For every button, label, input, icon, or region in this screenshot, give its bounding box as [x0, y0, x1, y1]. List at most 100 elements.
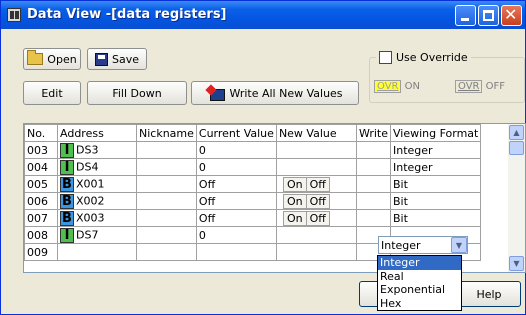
row-number: 006 — [24, 192, 58, 210]
nickname-cell[interactable] — [136, 192, 197, 210]
viewing-format-cell[interactable]: Bit — [389, 175, 482, 193]
col-header-new-value[interactable]: New Value — [275, 124, 357, 142]
nickname-cell[interactable] — [136, 209, 197, 227]
row-number: 008 — [24, 226, 58, 244]
fill-down-button[interactable]: Fill Down — [87, 81, 187, 105]
new-value-cell[interactable] — [275, 141, 357, 159]
table-row[interactable]: 005 B X001 Off On Off Bit — [24, 175, 482, 193]
write-cell[interactable] — [355, 192, 391, 210]
address-cell[interactable]: I DS7 — [57, 226, 137, 244]
floppy-disk-icon — [94, 52, 108, 66]
new-value-cell[interactable] — [275, 226, 357, 244]
maximize-button[interactable] — [478, 5, 499, 26]
viewing-format-cell[interactable]: Bit — [389, 192, 482, 210]
table-row[interactable]: 006 B X002 Off On Off Bit — [24, 192, 482, 210]
col-header-address[interactable]: Address — [57, 124, 137, 142]
viewing-format-cell[interactable]: Integer — [389, 158, 482, 176]
nickname-cell[interactable] — [136, 226, 197, 244]
new-value-cell[interactable]: On Off — [275, 209, 357, 227]
current-value-cell: Off — [195, 209, 277, 227]
save-button[interactable]: Save — [87, 48, 147, 70]
ovr-on-button[interactable]: OVR ON — [374, 80, 420, 93]
row-number: 004 — [24, 158, 58, 176]
off-button[interactable]: Off — [306, 176, 330, 192]
override-checkbox-box[interactable] — [379, 51, 392, 64]
viewing-format-combobox[interactable]: Integer ▼ — [378, 236, 468, 254]
nickname-cell[interactable] — [136, 158, 197, 176]
format-option-real[interactable]: Real — [378, 270, 461, 284]
edit-button[interactable]: Edit — [23, 81, 81, 105]
bit-type-icon: B — [60, 210, 74, 226]
new-value-cell[interactable] — [275, 243, 357, 261]
row-number: 003 — [24, 141, 58, 159]
address-text: DS3 — [76, 143, 99, 156]
chevron-down-icon[interactable]: ▼ — [451, 237, 467, 253]
address-cell[interactable]: B X003 — [57, 209, 137, 227]
ovr-on-label: ON — [404, 81, 421, 92]
format-option-integer[interactable]: Integer — [378, 256, 461, 270]
viewing-format-cell[interactable]: Bit — [389, 209, 482, 227]
use-override-checkbox[interactable]: Use Override — [376, 51, 471, 64]
address-cell[interactable]: B X001 — [57, 175, 137, 193]
vertical-scrollbar[interactable]: ▲ ▼ — [508, 124, 525, 272]
address-cell[interactable]: I DS4 — [57, 158, 137, 176]
open-label: Open — [47, 52, 77, 66]
scrollbar-thumb[interactable] — [509, 141, 524, 155]
write-cell[interactable] — [355, 209, 391, 227]
col-header-viewing-format[interactable]: Viewing Format — [389, 124, 482, 142]
off-button[interactable]: Off — [306, 210, 330, 226]
scroll-down-icon[interactable]: ▼ — [509, 256, 524, 271]
new-value-cell[interactable]: On Off — [275, 192, 357, 210]
col-header-nickname[interactable]: Nickname — [136, 124, 197, 142]
address-cell[interactable]: I DS3 — [57, 141, 137, 159]
ovr-off-button[interactable]: OVR OFF — [455, 80, 505, 93]
title-bar[interactable]: Data View -[data registers] ✕ — [1, 1, 525, 29]
integer-type-icon: I — [60, 159, 74, 175]
close-button[interactable]: ✕ — [501, 5, 522, 26]
write-cell[interactable] — [355, 141, 391, 159]
current-value-cell — [195, 243, 277, 261]
table-row[interactable]: 003 I DS3 0 Integer — [24, 141, 482, 159]
format-option-exponential[interactable]: Exponential — [378, 283, 461, 297]
use-override-label: Use Override — [396, 51, 468, 64]
on-button[interactable]: On — [282, 176, 307, 192]
bit-type-icon: B — [60, 176, 74, 192]
override-group: Use Override OVR ON OVR OFF — [369, 51, 525, 103]
on-button[interactable]: On — [282, 193, 307, 209]
bit-type-icon: B — [60, 193, 74, 209]
nickname-cell[interactable] — [136, 141, 197, 159]
on-button[interactable]: On — [282, 210, 307, 226]
col-header-write[interactable]: Write — [355, 124, 391, 142]
col-header-current-value[interactable]: Current Value — [195, 124, 277, 142]
nickname-cell[interactable] — [136, 175, 197, 193]
row-number: 009 — [24, 243, 58, 261]
write-cell[interactable] — [355, 158, 391, 176]
integer-type-icon: I — [60, 142, 74, 158]
scroll-up-icon[interactable]: ▲ — [509, 125, 524, 140]
help-button[interactable]: Help — [457, 281, 521, 307]
address-text: DS7 — [76, 228, 99, 241]
row-number: 007 — [24, 209, 58, 227]
current-value-cell: 0 — [195, 158, 277, 176]
new-value-cell[interactable]: On Off — [275, 175, 357, 193]
minimize-button[interactable] — [455, 5, 476, 26]
write-cell[interactable] — [355, 175, 391, 193]
format-option-hex[interactable]: Hex — [378, 297, 461, 311]
table-row[interactable]: 004 I DS4 0 Integer — [24, 158, 482, 176]
col-header-no[interactable]: No. — [24, 124, 58, 142]
address-cell[interactable]: B X002 — [57, 192, 137, 210]
viewing-format-dropdown-list[interactable]: Integer Real Exponential Hex — [377, 255, 462, 311]
write-all-new-values-button[interactable]: Write All New Values — [191, 81, 359, 105]
address-cell[interactable] — [57, 243, 137, 261]
new-value-cell[interactable] — [275, 158, 357, 176]
table-row[interactable]: 007 B X003 Off On Off Bit — [24, 209, 482, 227]
address-text: DS4 — [76, 160, 99, 173]
help-label: Help — [476, 287, 502, 301]
viewing-format-cell[interactable]: Integer — [389, 141, 482, 159]
viewing-format-selected: Integer — [381, 239, 421, 252]
window-title: Data View -[data registers] — [27, 7, 227, 22]
open-button[interactable]: Open — [23, 48, 81, 70]
nickname-cell[interactable] — [136, 243, 197, 261]
edit-label: Edit — [41, 86, 63, 100]
off-button[interactable]: Off — [306, 193, 330, 209]
